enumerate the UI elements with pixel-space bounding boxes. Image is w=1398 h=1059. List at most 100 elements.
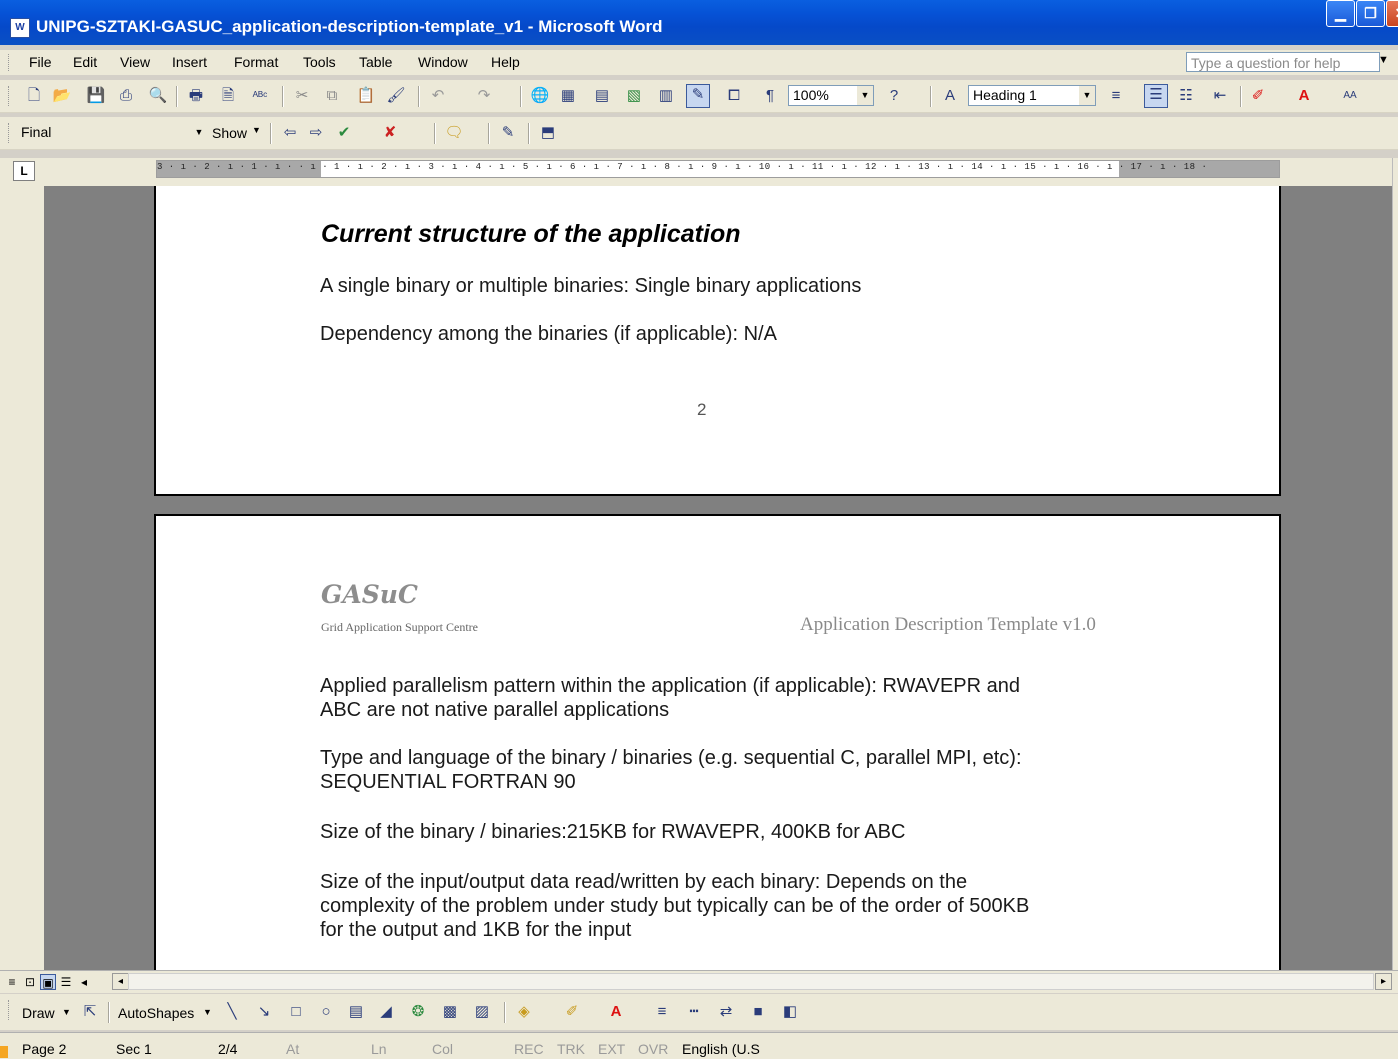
- menu-tools[interactable]: Tools: [303, 54, 336, 70]
- next-change-icon[interactable]: ⇨: [306, 123, 326, 143]
- reject-change-icon[interactable]: ✘: [380, 123, 400, 143]
- paragraph[interactable]: SEQUENTIAL FORTRAN 90: [320, 770, 576, 794]
- print-layout-icon[interactable]: ▣: [40, 974, 56, 990]
- format-painter-icon[interactable]: 🖌: [386, 86, 406, 106]
- decrease-indent-icon[interactable]: ⇤: [1210, 86, 1230, 106]
- menu-table[interactable]: Table: [359, 54, 392, 70]
- normal-view-icon[interactable]: ≡: [4, 974, 20, 990]
- show-hide-icon[interactable]: ¶: [760, 86, 780, 106]
- chevron-down-icon[interactable]: ▼: [62, 1007, 71, 1017]
- paragraph[interactable]: Applied parallelism pattern within the a…: [320, 674, 1020, 698]
- dash-style-icon[interactable]: ┅: [684, 1002, 704, 1022]
- menu-view[interactable]: View: [120, 54, 150, 70]
- toolbar-grip[interactable]: [8, 86, 12, 106]
- diagram-icon[interactable]: ❂: [408, 1002, 428, 1022]
- permission-icon[interactable]: ⎙: [116, 86, 136, 106]
- autoshapes-button[interactable]: AutoShapes: [118, 1005, 194, 1021]
- menu-insert[interactable]: Insert: [172, 54, 207, 70]
- select-objects-icon[interactable]: ⇱: [80, 1002, 100, 1022]
- help-search-input[interactable]: Type a question for help: [1186, 52, 1380, 72]
- arrow-icon[interactable]: ↘: [254, 1002, 274, 1022]
- tables-borders-icon[interactable]: ▦: [558, 86, 578, 106]
- font-color-icon[interactable]: A: [606, 1002, 626, 1022]
- line-color-icon[interactable]: ✐: [562, 1002, 582, 1022]
- print-icon[interactable]: 🖶: [186, 86, 206, 106]
- redo-icon[interactable]: ↷: [474, 86, 494, 106]
- paste-icon[interactable]: 📋: [356, 86, 376, 106]
- zoom-combo[interactable]: 100% ▼: [788, 85, 874, 106]
- drawing-icon[interactable]: ✎: [686, 84, 710, 108]
- document-map-icon[interactable]: ⧠: [724, 86, 744, 106]
- horizontal-ruler[interactable]: 3 · ı · 2 · ı · 1 · ı · · ı · 1 · ı · 2 …: [156, 160, 1280, 178]
- new-document-icon[interactable]: 🗋: [24, 86, 44, 106]
- highlight-icon[interactable]: ✐: [1248, 86, 1268, 106]
- paragraph[interactable]: Size of the binary / binaries:215KB for …: [320, 820, 905, 844]
- paragraph[interactable]: Dependency among the binaries (if applic…: [320, 322, 777, 346]
- reading-layout-icon[interactable]: ☰: [58, 974, 74, 990]
- restore-button[interactable]: ❐: [1356, 0, 1385, 27]
- cut-icon[interactable]: ✂: [292, 86, 312, 106]
- save-icon[interactable]: 💾: [86, 86, 106, 106]
- status-ovr[interactable]: OVR: [638, 1041, 668, 1057]
- research-icon[interactable]: 🔍: [148, 86, 168, 106]
- print-preview-icon[interactable]: 🗎: [218, 86, 238, 106]
- 3d-style-icon[interactable]: ◧: [780, 1002, 800, 1022]
- tab-selector[interactable]: L: [13, 161, 35, 181]
- web-layout-icon[interactable]: ⊡: [22, 974, 38, 990]
- show-button[interactable]: Show: [212, 125, 247, 141]
- paragraph[interactable]: ABC are not native parallel applications: [320, 698, 669, 722]
- menu-edit[interactable]: Edit: [73, 54, 97, 70]
- menu-file[interactable]: File: [29, 54, 52, 70]
- line-style-icon[interactable]: ≡: [652, 1002, 672, 1022]
- paragraph[interactable]: Size of the input/output data read/writt…: [320, 870, 967, 894]
- menubar-grip[interactable]: [8, 54, 12, 71]
- rectangle-icon[interactable]: □: [286, 1002, 306, 1022]
- chevron-down-icon[interactable]: ▼: [252, 125, 261, 135]
- toolbar-grip[interactable]: [8, 123, 12, 143]
- menu-help[interactable]: Help: [491, 54, 520, 70]
- align-center-icon[interactable]: ≡: [1106, 86, 1126, 106]
- copy-icon[interactable]: ⧉: [322, 86, 342, 106]
- insert-table-icon[interactable]: ▤: [592, 86, 612, 106]
- chevron-down-icon[interactable]: ▼: [1079, 86, 1095, 105]
- toolbar-grip[interactable]: [8, 1000, 12, 1020]
- picture-icon[interactable]: ▨: [472, 1002, 492, 1022]
- spelling-icon[interactable]: ᴬᴮᶜ: [250, 86, 270, 106]
- draw-menu-button[interactable]: Draw: [22, 1005, 55, 1021]
- status-rec[interactable]: REC: [514, 1041, 544, 1057]
- help-dropdown-icon[interactable]: ▼: [1378, 54, 1389, 66]
- insert-excel-icon[interactable]: ▧: [624, 86, 644, 106]
- accept-change-icon[interactable]: ✔: [334, 123, 354, 143]
- paragraph[interactable]: Type and language of the binary / binari…: [320, 746, 1022, 770]
- style-combo[interactable]: Heading 1 ▼: [968, 85, 1096, 106]
- menu-window[interactable]: Window: [418, 54, 468, 70]
- help-icon[interactable]: ?: [884, 86, 904, 106]
- outline-view-icon[interactable]: ◂: [76, 974, 92, 990]
- status-language[interactable]: English (U.S: [682, 1041, 760, 1057]
- numbering-icon[interactable]: ☰: [1144, 84, 1168, 108]
- scroll-left-icon[interactable]: ◂: [112, 973, 129, 990]
- vertical-scrollbar[interactable]: [1392, 158, 1398, 970]
- oval-icon[interactable]: ○: [316, 1002, 336, 1022]
- chevron-down-icon[interactable]: ▼: [191, 123, 207, 142]
- shadow-style-icon[interactable]: ■: [748, 1002, 768, 1022]
- minimize-button[interactable]: ▁: [1326, 0, 1355, 27]
- scroll-right-icon[interactable]: ▸: [1375, 973, 1392, 990]
- paragraph[interactable]: complexity of the problem under study bu…: [320, 894, 1029, 918]
- font-color-icon[interactable]: A: [1294, 86, 1314, 106]
- undo-icon[interactable]: ↶: [428, 86, 448, 106]
- close-button[interactable]: ✕: [1386, 0, 1398, 27]
- paragraph[interactable]: for the output and 1KB for the input: [320, 918, 631, 942]
- columns-icon[interactable]: ▥: [656, 86, 676, 106]
- previous-change-icon[interactable]: ⇦: [280, 123, 300, 143]
- word-app-icon[interactable]: W: [10, 18, 30, 38]
- insert-comment-icon[interactable]: 🗨: [444, 123, 464, 143]
- status-trk[interactable]: TRK: [557, 1041, 585, 1057]
- reviewing-pane-icon[interactable]: ⬒: [538, 123, 558, 143]
- bullets-icon[interactable]: ☷: [1176, 86, 1196, 106]
- styles-formatting-icon[interactable]: A: [940, 86, 960, 106]
- text-box-icon[interactable]: ▤: [346, 1002, 366, 1022]
- track-changes-icon[interactable]: ✎: [498, 123, 518, 143]
- menu-format[interactable]: Format: [234, 54, 278, 70]
- paragraph[interactable]: A single binary or multiple binaries: Si…: [320, 274, 861, 298]
